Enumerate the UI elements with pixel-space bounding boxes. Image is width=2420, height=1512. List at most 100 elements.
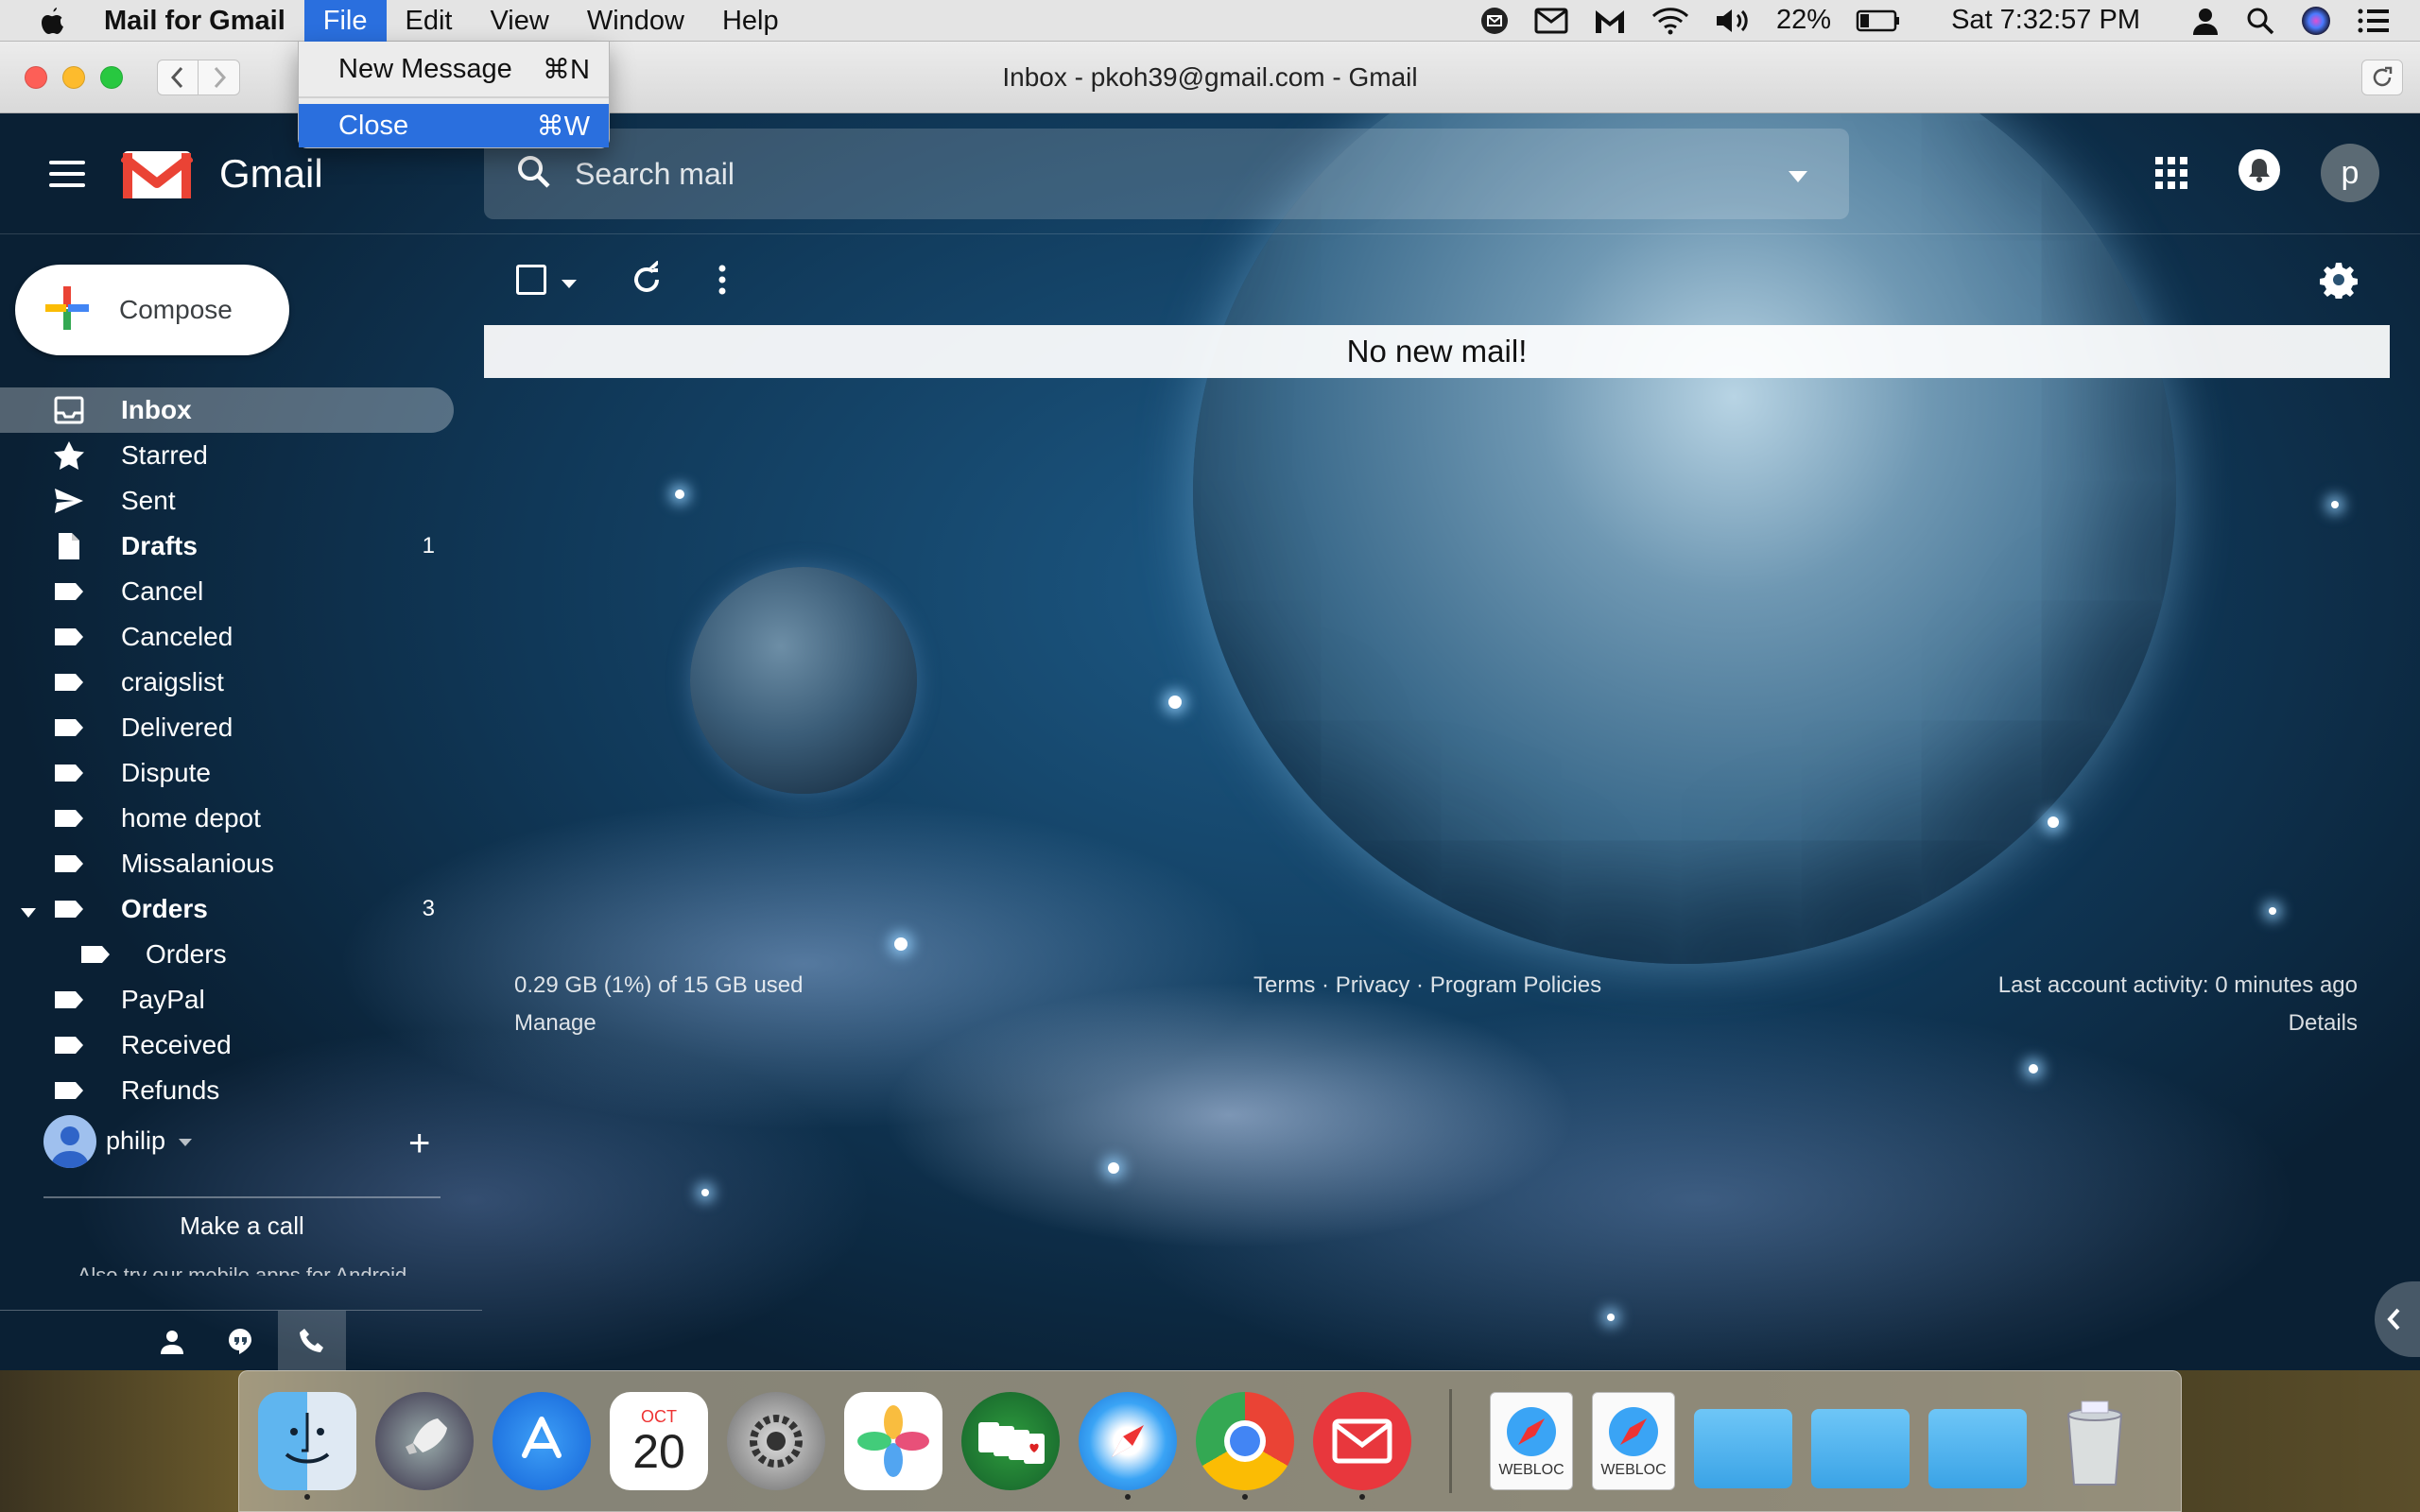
safari-compass-icon[interactable] — [1079, 1392, 1177, 1500]
user-icon[interactable] — [2190, 6, 2221, 36]
sidebar-item-orders[interactable]: Orders 3 — [0, 886, 454, 932]
search-bar[interactable] — [484, 129, 1849, 219]
apple-icon — [42, 7, 63, 34]
folder-icon[interactable] — [1811, 1409, 1910, 1488]
side-panel-toggle[interactable] — [2375, 1281, 2420, 1357]
hangouts-tabs — [0, 1310, 482, 1370]
sidebar-item-home-depot[interactable]: home depot — [0, 796, 454, 841]
sidebar-item-label: PayPal — [121, 985, 205, 1014]
dock: OCT 20 WEBLOC WEBLOC — [238, 1370, 2182, 1512]
calendar-icon[interactable]: OCT 20 — [610, 1392, 708, 1490]
account-avatar[interactable]: p — [2321, 144, 2379, 202]
main-menu-button[interactable] — [49, 161, 85, 195]
background-star — [2029, 1064, 2038, 1074]
search-icon[interactable] — [516, 154, 552, 195]
search-input[interactable] — [575, 156, 1709, 192]
sidebar-item-sent[interactable]: Sent — [0, 478, 454, 524]
spotlight-search-icon[interactable] — [2245, 6, 2275, 36]
more-options-icon[interactable] — [715, 261, 730, 303]
sidebar-item-drafts[interactable]: Drafts 1 — [0, 524, 454, 569]
minimize-window-button[interactable] — [62, 65, 85, 89]
app-name-menu[interactable]: Mail for Gmail — [104, 0, 304, 42]
contacts-person-icon[interactable] — [151, 1320, 193, 1362]
battery-percent[interactable]: 22% — [1776, 5, 1831, 36]
phone-call-tab[interactable] — [278, 1311, 346, 1370]
menu-help[interactable]: Help — [703, 0, 798, 42]
notification-center-icon[interactable] — [2357, 7, 2391, 35]
sidebar-item-dispute[interactable]: Dispute — [0, 750, 454, 796]
mail-for-gmail-icon[interactable] — [1313, 1392, 1411, 1500]
expand-caret-icon[interactable] — [21, 894, 36, 924]
compose-button[interactable]: Compose — [15, 265, 289, 355]
menu-window[interactable]: Window — [568, 0, 703, 42]
sidebar-item-craigslist[interactable]: craigslist — [0, 660, 454, 705]
program-policies-link[interactable]: Program Policies — [1430, 972, 1601, 998]
sidebar-item-orders-sub[interactable]: Orders — [0, 932, 454, 977]
make-a-call-link[interactable]: Make a call — [43, 1202, 441, 1249]
launchpad-rocket-icon[interactable] — [375, 1392, 474, 1490]
webloc-file-icon[interactable]: WEBLOC — [1592, 1392, 1675, 1490]
gmail-logo-icon[interactable] — [119, 147, 195, 205]
refresh-icon[interactable] — [628, 260, 666, 303]
sidebar-item-received[interactable]: Received — [0, 1022, 454, 1068]
siri-icon[interactable] — [2300, 5, 2332, 37]
app-store-icon[interactable] — [493, 1392, 591, 1490]
photos-icon[interactable] — [844, 1392, 942, 1490]
system-preferences-gear-icon[interactable] — [727, 1392, 825, 1490]
close-window-button[interactable] — [25, 65, 47, 89]
sidebar-item-canceled[interactable]: Canceled — [0, 614, 454, 660]
activity-details-link[interactable]: Details — [2289, 1010, 2358, 1037]
chrome-icon[interactable] — [1196, 1392, 1294, 1500]
reload-icon — [2373, 66, 2393, 86]
notifications-bell-icon[interactable] — [2238, 149, 2280, 191]
zoom-window-button[interactable] — [100, 65, 123, 89]
gmail-m-status-icon[interactable] — [1593, 7, 1627, 35]
folder-icon[interactable] — [1928, 1409, 2027, 1488]
menu-item-new-message[interactable]: New Message ⌘N — [299, 47, 609, 91]
battery-icon[interactable] — [1856, 9, 1901, 33]
sidebar-item-delivered[interactable]: Delivered — [0, 705, 454, 750]
menu-item-close[interactable]: Close ⌘W — [299, 104, 609, 147]
sidebar-item-paypal[interactable]: PayPal — [0, 977, 454, 1022]
hangouts-user-name: philip — [106, 1126, 166, 1155]
sidebar-item-inbox[interactable]: Inbox — [0, 387, 454, 433]
chevron-right-icon — [214, 66, 226, 88]
label-icon — [53, 581, 85, 602]
terms-link[interactable]: Terms — [1253, 972, 1315, 998]
select-all-checkbox[interactable] — [516, 265, 546, 295]
sidebar-item-starred[interactable]: Starred — [0, 433, 454, 478]
sidebar-item-cancel[interactable]: Cancel — [0, 569, 454, 614]
finder-icon[interactable] — [258, 1392, 356, 1500]
background-planet-large — [1193, 113, 2176, 964]
trash-icon[interactable] — [2046, 1392, 2144, 1490]
solitaire-cards-icon[interactable] — [961, 1392, 1060, 1490]
hangouts-chat-icon[interactable] — [219, 1320, 261, 1362]
forward-button[interactable] — [199, 59, 240, 95]
back-button[interactable] — [157, 59, 199, 95]
hangouts-avatar[interactable] — [43, 1115, 96, 1168]
folder-icon[interactable] — [1694, 1409, 1792, 1488]
hangouts-user-menu[interactable]: philip — [106, 1126, 192, 1156]
background-star — [701, 1189, 709, 1196]
menu-edit[interactable]: Edit — [387, 0, 472, 42]
webloc-file-icon[interactable]: WEBLOC — [1490, 1392, 1573, 1490]
menu-file[interactable]: File — [303, 0, 387, 42]
apple-menu[interactable] — [0, 6, 104, 36]
sidebar-item-missalanious[interactable]: Missalanious — [0, 841, 454, 886]
mail-status-icon[interactable] — [1479, 6, 1510, 36]
settings-gear-icon[interactable] — [2320, 261, 2358, 303]
envelope-status-icon[interactable] — [1534, 8, 1568, 34]
new-conversation-plus-icon[interactable]: + — [408, 1123, 430, 1165]
wifi-icon[interactable] — [1651, 7, 1689, 35]
sidebar-item-refunds[interactable]: Refunds — [0, 1068, 454, 1113]
google-apps-icon[interactable] — [2155, 157, 2187, 189]
menubar-clock[interactable]: Sat 7:32:57 PM — [1951, 5, 2140, 36]
volume-icon[interactable] — [1714, 7, 1752, 35]
menu-view[interactable]: View — [471, 0, 567, 42]
sidebar-item-label: home depot — [121, 803, 261, 833]
privacy-link[interactable]: Privacy — [1336, 972, 1410, 998]
manage-storage-link[interactable]: Manage — [514, 1010, 596, 1037]
reload-button[interactable] — [2361, 59, 2403, 95]
search-options-caret-icon[interactable] — [1789, 170, 1807, 187]
select-caret-icon[interactable] — [562, 276, 577, 293]
